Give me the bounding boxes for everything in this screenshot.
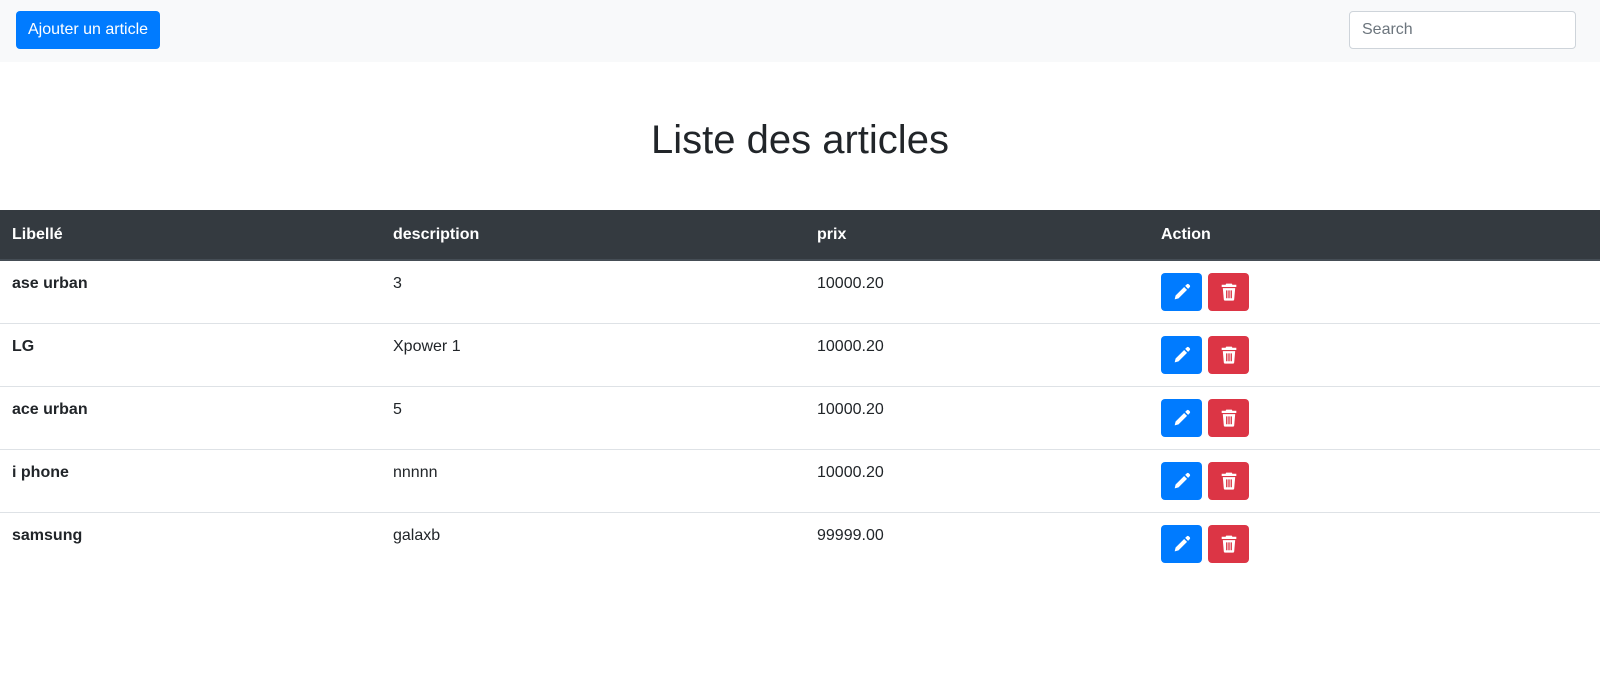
cell-description: 5 — [381, 385, 805, 449]
pencil-icon — [1174, 409, 1191, 425]
table-row: ace urban 5 10000.20 — [0, 385, 1600, 449]
cell-prix: 99999.00 — [805, 511, 1149, 575]
articles-table: Libellé description prix Action ase urba… — [0, 210, 1600, 575]
cell-libelle: i phone — [0, 448, 381, 512]
cell-action — [1149, 322, 1600, 386]
table-row: i phone nnnnn 10000.20 — [0, 448, 1600, 512]
edit-button[interactable] — [1161, 398, 1202, 437]
cell-prix: 10000.20 — [805, 448, 1149, 512]
cell-libelle: ace urban — [0, 385, 381, 449]
search-input[interactable] — [1349, 11, 1576, 49]
delete-button[interactable] — [1208, 524, 1249, 563]
page-title: Liste des articles — [651, 118, 949, 162]
table-row: LG Xpower 1 10000.20 — [0, 322, 1600, 386]
edit-button[interactable] — [1161, 273, 1202, 311]
edit-button[interactable] — [1161, 461, 1202, 500]
cell-libelle: LG — [0, 322, 381, 386]
cell-description: Xpower 1 — [381, 322, 805, 386]
delete-button[interactable] — [1208, 398, 1249, 437]
navbar: Ajouter un article — [0, 0, 1600, 62]
header-prix: prix — [805, 210, 1149, 261]
pencil-icon — [1174, 283, 1191, 300]
cell-description: nnnnn — [381, 448, 805, 512]
edit-button[interactable] — [1161, 335, 1202, 374]
table-header-row: Libellé description prix Action — [0, 210, 1600, 261]
pencil-icon — [1174, 346, 1191, 362]
delete-button[interactable] — [1208, 461, 1249, 500]
cell-description: 3 — [393, 275, 402, 292]
cell-prix: 10000.20 — [805, 385, 1149, 449]
pencil-icon — [1174, 535, 1191, 551]
trash-icon — [1221, 283, 1237, 301]
trash-icon — [1221, 346, 1237, 364]
cell-libelle: ase urban — [12, 275, 88, 292]
cell-action — [1149, 448, 1600, 512]
cell-libelle: samsung — [0, 511, 381, 575]
header-action: Action — [1149, 210, 1600, 261]
edit-button[interactable] — [1161, 524, 1202, 563]
delete-button[interactable] — [1208, 273, 1249, 311]
trash-icon — [1221, 472, 1237, 490]
cell-description: galaxb — [381, 511, 805, 575]
pencil-icon — [1174, 472, 1191, 488]
cell-prix: 10000.20 — [805, 322, 1149, 386]
add-article-button[interactable]: Ajouter un article — [16, 11, 161, 49]
table-row: samsung galaxb 99999.00 — [0, 511, 1600, 575]
cell-prix: 10000.20 — [817, 275, 884, 292]
trash-icon — [1221, 409, 1237, 427]
cell-action — [1149, 511, 1600, 575]
header-description: description — [381, 210, 805, 261]
delete-button[interactable] — [1208, 335, 1249, 374]
trash-icon — [1221, 535, 1237, 553]
table-row: ase urban 3 10000.20 — [0, 260, 1600, 323]
header-libelle: Libellé — [0, 210, 381, 261]
cell-action — [1149, 260, 1600, 323]
cell-action — [1149, 385, 1600, 449]
